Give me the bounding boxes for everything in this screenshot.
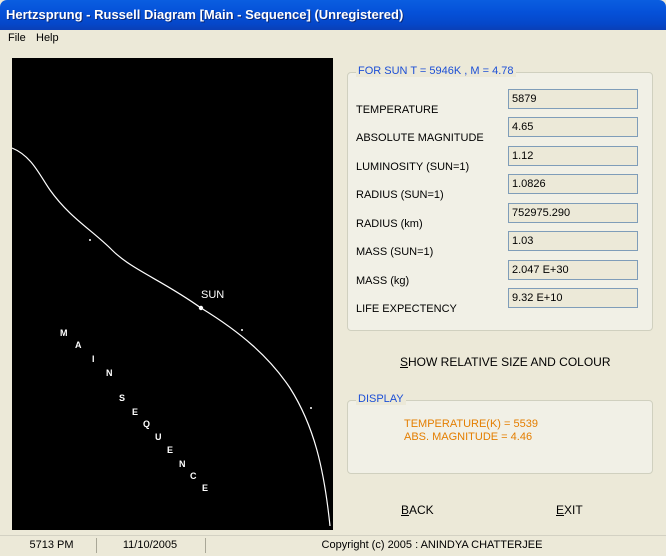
row-value-2: 1.12: [508, 146, 638, 166]
row-value-5: 1.03: [508, 231, 638, 251]
status-copyright: Copyright (c) 2005 : ANINDYA CHATTERJEE: [321, 539, 543, 551]
curve-point: [241, 329, 243, 331]
status-divider: [205, 538, 206, 553]
display-panel-title: DISPLAY: [356, 393, 406, 405]
row-value-7: 9.32 E+10: [508, 288, 638, 308]
status-bar: 5713 PM 11/10/2005 Copyright (c) 2005 : …: [0, 535, 666, 556]
sequence-letter: A: [75, 340, 82, 350]
row-label-4: RADIUS (km): [356, 218, 423, 230]
row-label-7: LIFE EXPECTENCY: [356, 303, 457, 315]
row-label-1: ABSOLUTE MAGNITUDE: [356, 132, 484, 144]
window-title: Hertzsprung - Russell Diagram [Main - Se…: [6, 7, 404, 22]
menu-file[interactable]: File: [8, 32, 26, 44]
display-magnitude: ABS. MAGNITUDE = 4.46: [404, 431, 533, 443]
status-date: 11/10/2005: [122, 539, 178, 551]
show-button-mnemonic: S: [400, 355, 409, 369]
display-panel: DISPLAY TEMPERATURE(K) = 5539 ABS. MAGNI…: [347, 393, 653, 474]
sun-properties-panel: FOR SUN T = 5946K , M = 4.78 TEMPERATURE…: [347, 65, 653, 331]
sequence-letter: N: [106, 368, 113, 378]
row-value-0: 5879: [508, 89, 638, 109]
status-time: 5713 PM: [29, 539, 74, 551]
title-bar[interactable]: Hertzsprung - Russell Diagram [Main - Se…: [0, 0, 666, 30]
sequence-letter: E: [202, 483, 208, 493]
back-button[interactable]: BACK: [401, 503, 434, 517]
status-divider: [96, 538, 97, 553]
sun-marker: [198, 305, 204, 311]
menu-help[interactable]: Help: [36, 32, 59, 44]
row-label-2: LUMINOSITY (SUN=1): [356, 161, 470, 173]
row-label-6: MASS (kg): [356, 275, 410, 287]
exit-button[interactable]: EXIT: [556, 503, 583, 517]
row-value-3: 1.0826: [508, 174, 638, 194]
sequence-letter: I: [92, 354, 95, 364]
back-button-mnemonic: B: [401, 503, 410, 517]
exit-button-mnemonic: E: [556, 503, 565, 517]
sequence-letter: E: [167, 445, 173, 455]
sequence-letter: C: [190, 471, 197, 481]
row-label-5: MASS (SUN=1): [356, 246, 434, 258]
show-button-text: HOW RELATIVE SIZE AND COLOUR: [408, 355, 611, 369]
row-label-3: RADIUS (SUN=1): [356, 189, 444, 201]
main-sequence-plot: SUN MAINSEQUENCE: [12, 147, 331, 527]
hr-diagram-canvas: SUN MAINSEQUENCE: [12, 58, 333, 530]
row-value-4: 752975.290: [508, 203, 638, 223]
curve-point: [310, 407, 312, 409]
exit-button-text: XIT: [564, 503, 583, 517]
row-label-0: TEMPERATURE: [356, 104, 439, 116]
main-sequence-label: MAINSEQUENCE: [60, 328, 208, 493]
show-relative-size-button[interactable]: SHOW RELATIVE SIZE AND COLOUR: [400, 355, 611, 369]
sun-label: SUN: [201, 289, 224, 301]
sequence-letter: S: [119, 393, 125, 403]
sequence-letter: E: [132, 407, 138, 417]
sun-panel-title: FOR SUN T = 5946K , M = 4.78: [356, 65, 516, 77]
curve-point: [89, 239, 91, 241]
menu-bar: File Help: [0, 30, 666, 48]
row-value-6: 2.047 E+30: [508, 260, 638, 280]
display-temperature: TEMPERATURE(K) = 5539: [404, 418, 538, 430]
back-button-text: ACK: [409, 503, 434, 517]
sequence-letter: U: [155, 432, 162, 442]
row-value-1: 4.65: [508, 117, 638, 137]
sequence-letter: N: [179, 459, 186, 469]
sequence-letter: Q: [143, 419, 150, 429]
sequence-letter: M: [60, 328, 68, 338]
